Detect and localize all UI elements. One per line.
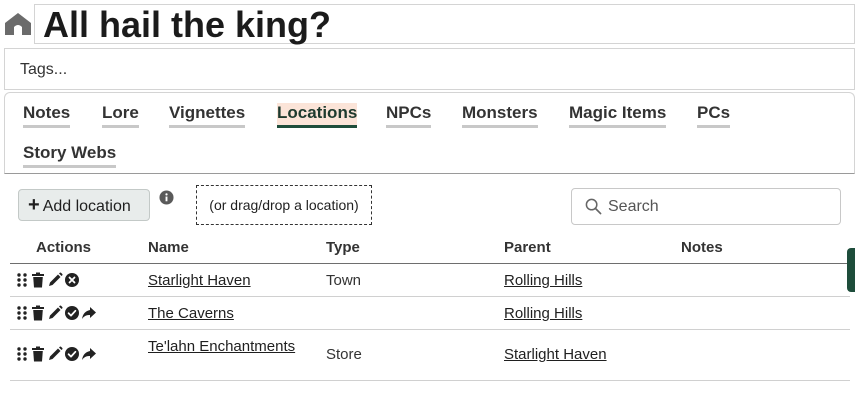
share-arrow-icon[interactable]: [81, 305, 97, 321]
check-circle-icon[interactable]: [64, 305, 80, 321]
search-box[interactable]: [571, 188, 841, 225]
parent-location-link[interactable]: Rolling Hills: [504, 305, 582, 322]
parent-location-link[interactable]: Starlight Haven: [504, 346, 607, 363]
location-type: Town: [326, 272, 362, 289]
column-header-notes[interactable]: Notes: [681, 239, 723, 256]
page-title: All hail the king?: [43, 4, 332, 45]
tab-notes[interactable]: Notes: [23, 103, 71, 128]
title-field[interactable]: All hail the king?: [34, 4, 855, 45]
tab-bar: Notes Lore Vignettes Locations NPCs Mons…: [4, 92, 855, 174]
tab-npcs[interactable]: NPCs: [386, 103, 432, 128]
home-icon[interactable]: [4, 12, 32, 36]
column-header-actions[interactable]: Actions: [36, 239, 91, 256]
share-arrow-icon[interactable]: [81, 346, 97, 362]
drag-handle-icon[interactable]: [15, 305, 29, 321]
tab-monsters[interactable]: Monsters: [462, 103, 538, 128]
drop-zone[interactable]: (or drag/drop a location): [196, 185, 372, 225]
trash-icon[interactable]: [30, 272, 46, 288]
remove-circle-icon[interactable]: [64, 272, 80, 288]
pencil-icon[interactable]: [47, 272, 63, 288]
add-location-button[interactable]: + Add location: [18, 189, 150, 221]
trash-icon[interactable]: [30, 305, 46, 321]
title-row: All hail the king?: [0, 0, 855, 46]
tab-pcs[interactable]: PCs: [697, 103, 731, 128]
location-type: Store: [326, 346, 362, 363]
location-name-link[interactable]: Te'lahn Enchantments: [148, 338, 295, 355]
add-location-label: Add location: [42, 198, 131, 215]
drop-hint: (or drag/drop a location): [209, 197, 359, 213]
column-header-type[interactable]: Type: [326, 239, 360, 256]
parent-location-link[interactable]: Rolling Hills: [504, 272, 582, 289]
side-drawer-handle[interactable]: [847, 248, 855, 292]
tags-placeholder: Tags...: [20, 61, 68, 78]
tab-locations[interactable]: Locations: [277, 103, 358, 128]
tags-input[interactable]: Tags...: [4, 48, 855, 90]
check-circle-icon[interactable]: [64, 346, 80, 362]
tab-magic-items[interactable]: Magic Items: [569, 103, 667, 128]
row-actions: [15, 272, 80, 288]
search-input[interactable]: [608, 195, 828, 219]
toolbar: + Add location (or drag/drop a location): [0, 176, 855, 236]
table-row: The Caverns Rolling Hills: [10, 297, 850, 330]
table-row: Starlight Haven Town Rolling Hills: [10, 264, 850, 297]
pencil-icon[interactable]: [47, 305, 63, 321]
info-icon[interactable]: [159, 190, 174, 205]
column-header-name[interactable]: Name: [148, 239, 189, 256]
row-actions: [15, 305, 97, 321]
location-name-link[interactable]: Starlight Haven: [148, 272, 251, 289]
drag-handle-icon[interactable]: [15, 272, 29, 288]
tab-vignettes[interactable]: Vignettes: [169, 103, 246, 128]
row-actions: [15, 346, 97, 362]
trash-icon[interactable]: [30, 346, 46, 362]
table-row: Te'lahn Enchantments Store Starlight Hav…: [10, 330, 850, 381]
pencil-icon[interactable]: [47, 346, 63, 362]
drag-handle-icon[interactable]: [15, 346, 29, 362]
tab-lore[interactable]: Lore: [102, 103, 139, 128]
tab-story-webs[interactable]: Story Webs: [23, 143, 117, 168]
plus-icon: +: [28, 194, 40, 216]
location-name-link[interactable]: The Caverns: [148, 305, 234, 322]
column-header-parent[interactable]: Parent: [504, 239, 551, 256]
search-icon: [585, 198, 602, 215]
